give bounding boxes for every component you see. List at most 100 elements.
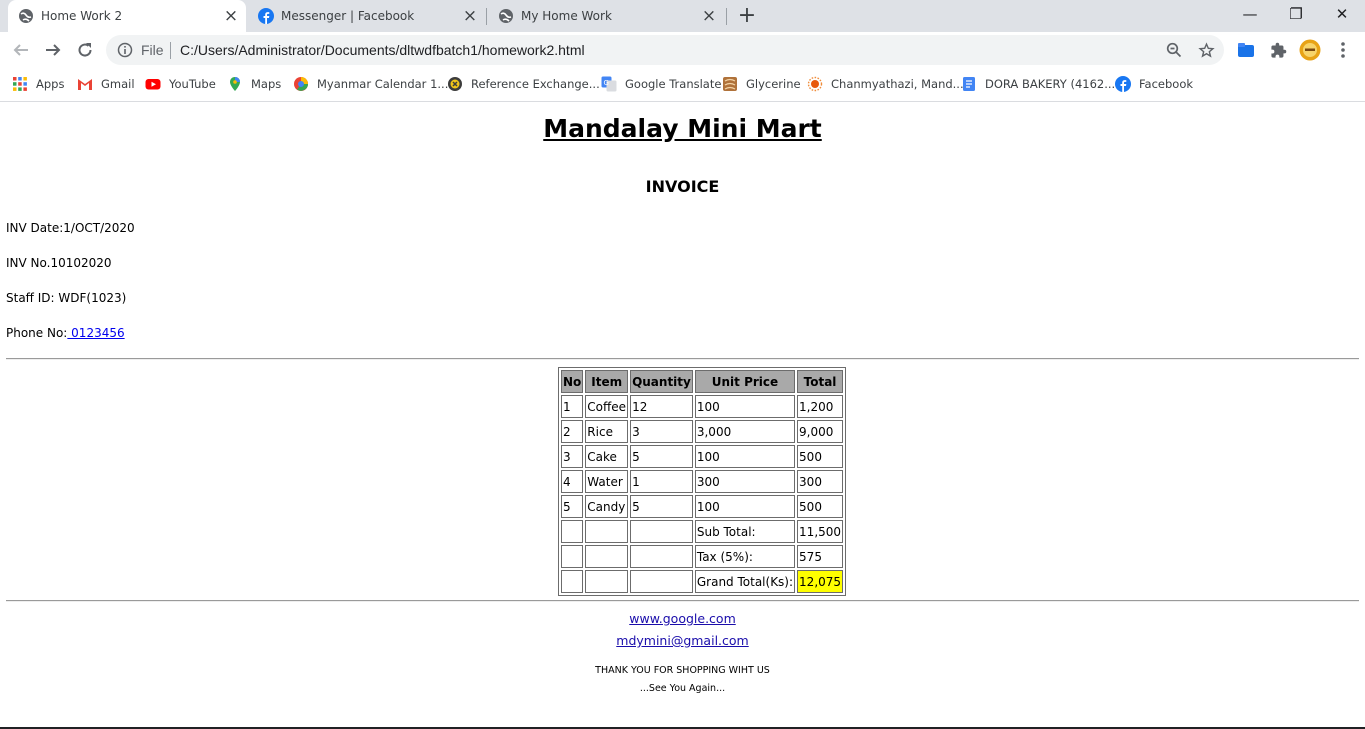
bookmark-reference-exchange[interactable]: Reference Exchange... <box>447 75 600 93</box>
back-button[interactable] <box>7 36 35 64</box>
extension-tab-manager-icon[interactable] <box>1235 39 1257 61</box>
cell-item: Coffee <box>585 395 629 418</box>
new-tab-button[interactable]: + <box>736 5 758 27</box>
sun-icon <box>807 76 823 92</box>
empty-cell <box>561 545 584 568</box>
invoice-date: INV Date:1/OCT/2020 <box>6 221 135 235</box>
empty-cell <box>630 520 693 543</box>
divider <box>6 358 1359 360</box>
omnibox-divider <box>170 42 171 59</box>
bookmark-dora-bakery[interactable]: DORA BAKERY (4162... <box>961 75 1115 93</box>
cell-total: 9,000 <box>797 420 844 443</box>
bookmark-star-icon[interactable] <box>1195 39 1217 61</box>
cell-unit-price: 100 <box>694 445 796 468</box>
staff-id: Staff ID: WDF(1023) <box>6 291 127 305</box>
empty-cell <box>585 545 629 568</box>
empty-cell <box>630 545 693 568</box>
thank-you-text: THANK YOU FOR SHOPPING WIHT US <box>595 665 770 676</box>
close-tab-icon[interactable]: × <box>699 6 719 26</box>
tab-messenger[interactable]: Messenger | Facebook × <box>248 0 486 32</box>
facebook-icon <box>258 8 274 24</box>
bookmark-label: Apps <box>36 77 65 91</box>
bookmark-maps[interactable]: Maps <box>227 75 281 93</box>
zoom-icon[interactable] <box>1163 39 1185 61</box>
website-line: www.google.com <box>0 611 1365 626</box>
bookmark-label: DORA BAKERY (4162... <box>985 77 1116 91</box>
reload-button[interactable] <box>71 36 99 64</box>
cell-no: 1 <box>561 395 584 418</box>
invoice-title: INVOICE <box>645 177 720 196</box>
cell-total: 500 <box>797 495 844 518</box>
cell-unit-price: 3,000 <box>694 420 796 443</box>
bookmark-label: YouTube <box>169 77 216 91</box>
info-icon[interactable] <box>117 42 133 58</box>
cell-quantity: 12 <box>630 395 693 418</box>
bookmark-apps[interactable]: Apps <box>12 75 64 93</box>
cell-quantity: 3 <box>630 420 693 443</box>
bookmark-label: Chanmyathazi, Mand... <box>831 77 964 91</box>
more-menu-icon[interactable] <box>1332 39 1354 61</box>
cell-item: Rice <box>585 420 629 443</box>
table-row: 2 Rice 3 3,000 9,000 <box>561 420 844 443</box>
tab-strip: Home Work 2 × Messenger | Facebook × My … <box>0 0 1365 32</box>
grand-total-row: Grand Total(Ks): 12,075 <box>561 570 844 593</box>
bookmarks-bar: Apps Gmail YouTube Maps Myanmar Calendar… <box>0 68 1365 102</box>
phone-line: Phone No: 0123456 <box>6 326 125 340</box>
maps-pin-icon <box>230 77 240 91</box>
cell-unit-price: 300 <box>694 470 796 493</box>
close-tab-icon[interactable]: × <box>221 6 241 26</box>
apps-grid-icon <box>13 77 27 91</box>
reference-icon <box>448 77 462 91</box>
tab-home-work-2[interactable]: Home Work 2 × <box>8 0 246 32</box>
phone-link[interactable]: 0123456 <box>67 326 124 340</box>
bookmark-label: Reference Exchange... <box>471 77 600 91</box>
cell-quantity: 1 <box>630 470 693 493</box>
email-line: mdymini@gmail.com <box>0 633 1365 648</box>
empty-cell <box>561 520 584 543</box>
subtotal-row: Sub Total: 11,500 <box>561 520 844 543</box>
restore-button[interactable]: ❐ <box>1273 0 1319 30</box>
translate-icon: G <box>601 76 617 92</box>
empty-cell <box>630 570 693 593</box>
tab-title: Messenger | Facebook <box>281 9 415 23</box>
tab-my-home-work[interactable]: My Home Work × <box>488 0 726 32</box>
cell-quantity: 5 <box>630 445 693 468</box>
bookmark-gmail[interactable]: Gmail <box>77 75 135 93</box>
header-total: Total <box>797 370 844 393</box>
cell-item: Water <box>585 470 629 493</box>
bookmark-glycerine[interactable]: Glycerine <box>722 75 801 93</box>
subtotal-label: Sub Total: <box>694 520 796 543</box>
extensions-puzzle-icon[interactable] <box>1267 39 1289 61</box>
forward-button[interactable] <box>39 36 67 64</box>
email-link[interactable]: mdymini@gmail.com <box>616 633 748 648</box>
divider <box>6 600 1359 602</box>
minimize-button[interactable]: — <box>1227 0 1273 30</box>
globe-icon <box>499 9 513 23</box>
phone-label: Phone No: <box>6 326 68 340</box>
profile-avatar-icon[interactable] <box>1299 39 1321 61</box>
cell-item: Cake <box>585 445 629 468</box>
empty-cell <box>585 570 629 593</box>
empty-cell <box>585 520 629 543</box>
grand-total-value: 12,075 <box>797 570 844 593</box>
bookmark-myanmar-calendar[interactable]: Myanmar Calendar 1... <box>293 75 448 93</box>
tab-title: My Home Work <box>521 9 612 23</box>
website-link[interactable]: www.google.com <box>629 611 736 626</box>
bookmark-chanmyathazi[interactable]: Chanmyathazi, Mand... <box>807 75 964 93</box>
bookmark-label: Facebook <box>1139 77 1194 91</box>
url-text[interactable]: C:/Users/Administrator/Documents/dltwdfb… <box>180 42 585 58</box>
cell-total: 300 <box>797 470 844 493</box>
cell-no: 5 <box>561 495 584 518</box>
tab-separator <box>486 8 487 25</box>
close-window-button[interactable]: ✕ <box>1319 0 1365 30</box>
bookmark-google-translate[interactable]: G Google Translate <box>601 75 721 93</box>
table-row: 1 Coffee 12 100 1,200 <box>561 395 844 418</box>
header-no: No <box>561 370 584 393</box>
bookmark-facebook[interactable]: Facebook <box>1115 75 1193 93</box>
cell-quantity: 5 <box>630 495 693 518</box>
arrow-left-icon <box>13 44 28 56</box>
farewell-text: ...See You Again... <box>639 683 726 694</box>
address-bar[interactable]: File C:/Users/Administrator/Documents/dl… <box>106 35 1224 65</box>
close-tab-icon[interactable]: × <box>460 6 480 26</box>
bookmark-youtube[interactable]: YouTube <box>145 75 216 93</box>
